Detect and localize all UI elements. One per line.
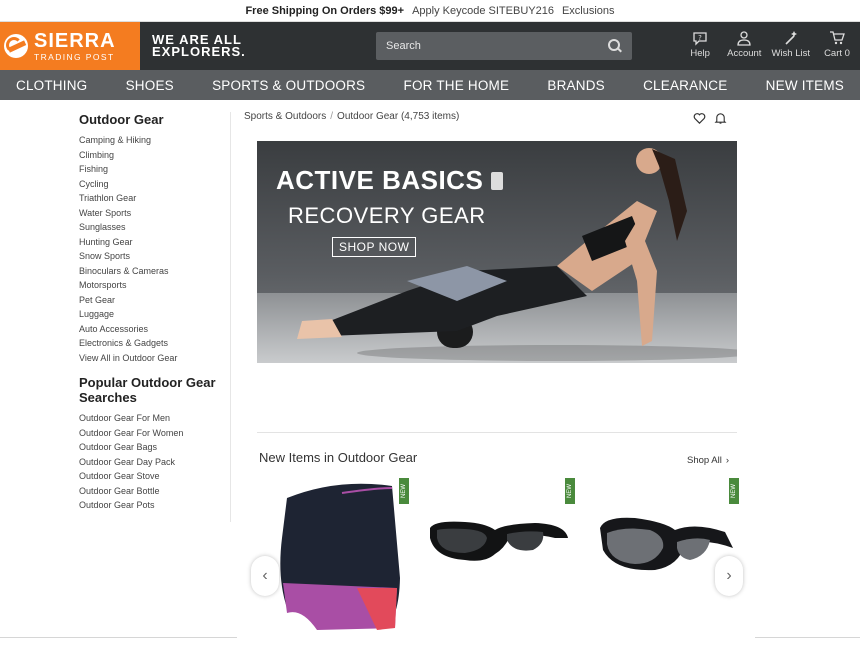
chevron-right-icon: › [725, 455, 730, 466]
search-input[interactable] [386, 40, 608, 52]
logo-mark-icon [4, 34, 28, 58]
svg-text:?: ? [698, 34, 702, 42]
product-image-sunglasses [430, 521, 568, 561]
breadcrumb: Sports & Outdoors / Outdoor Gear (4,753 … [244, 111, 459, 122]
section-divider [257, 432, 737, 433]
promo-keycode: Apply Keycode SITEBUY216 [412, 4, 554, 17]
content-bottom-edge [237, 637, 755, 639]
sidebar-item[interactable]: Triathlon Gear [79, 191, 229, 206]
popular-searches-list: Outdoor Gear For Men Outdoor Gear For Wo… [79, 411, 229, 513]
nav-sports-outdoors[interactable]: SPORTS & OUTDOORS [212, 78, 365, 93]
help-link[interactable]: ? Help [683, 30, 717, 59]
sidebar-item[interactable]: Binoculars & Cameras [79, 264, 229, 279]
search-bar [376, 32, 632, 60]
logo-sub: TRADING POST [34, 51, 115, 62]
cart-label: Cart 0 [824, 48, 850, 59]
account-link[interactable]: Account [727, 30, 761, 59]
popular-search-item[interactable]: Outdoor Gear For Women [79, 426, 229, 441]
tagline-line-2: EXPLORERS. [152, 44, 246, 59]
breadcrumb-separator: / [330, 111, 334, 122]
sidebar-item[interactable]: Electronics & Gadgets [79, 336, 229, 351]
search-icon[interactable] [608, 39, 622, 53]
sidebar: Outdoor Gear Camping & Hiking Climbing F… [79, 112, 229, 513]
popular-search-item[interactable]: Outdoor Gear Bottle [79, 484, 229, 499]
heart-icon[interactable] [693, 112, 706, 125]
site-header: SIERRA TRADING POST WE ARE ALL EXPLORERS… [0, 22, 860, 70]
sierra-logo[interactable]: SIERRA TRADING POST [0, 22, 140, 70]
product-card[interactable]: NEW [425, 478, 575, 636]
breadcrumb-parent[interactable]: Sports & Outdoors [244, 111, 326, 122]
help-label: Help [690, 48, 710, 59]
promo-banner[interactable]: ACTIVE BASICS RECOVERY GEAR SHOP NOW [257, 141, 737, 363]
sidebar-divider [230, 112, 231, 522]
account-icon [737, 31, 751, 46]
nav-shoes[interactable]: SHOES [126, 78, 174, 93]
product-card[interactable]: NEW [257, 478, 409, 636]
sidebar-item[interactable]: Cycling [79, 177, 229, 192]
popular-search-item[interactable]: Outdoor Gear Bags [79, 440, 229, 455]
account-label: Account [727, 48, 762, 59]
cart-icon [830, 31, 845, 45]
sidebar-item[interactable]: Luggage [79, 307, 229, 322]
new-items-heading: New Items in Outdoor Gear [259, 450, 418, 465]
main-nav: CLOTHING SHOES SPORTS & OUTDOORS FOR THE… [0, 70, 860, 100]
nav-brands[interactable]: BRANDS [547, 78, 604, 93]
logo-main: SIERRA [34, 29, 116, 52]
page-actions [693, 112, 727, 125]
sidebar-item[interactable]: Auto Accessories [79, 322, 229, 337]
sidebar-item[interactable]: Motorsports [79, 278, 229, 293]
product-carousel: NEW NEW NEW ‹ › [251, 478, 743, 638]
popular-search-item[interactable]: Outdoor Gear Day Pack [79, 455, 229, 470]
carousel-next-button[interactable]: › [715, 556, 743, 596]
nav-clearance[interactable]: CLEARANCE [643, 78, 727, 93]
nav-for-the-home[interactable]: FOR THE HOME [404, 78, 510, 93]
new-badge: NEW [565, 478, 575, 504]
sidebar-item[interactable]: Climbing [79, 148, 229, 163]
wishlist-label: Wish List [771, 48, 810, 59]
cart-link[interactable]: Cart 0 [820, 30, 854, 59]
header-links: ? Help Account Wish List Cart 0 [683, 30, 854, 59]
bell-icon[interactable] [714, 112, 727, 125]
sidebar-item[interactable]: Camping & Hiking [79, 133, 229, 148]
carousel-prev-button[interactable]: ‹ [251, 556, 279, 596]
category-list: Camping & Hiking Climbing Fishing Cyclin… [79, 133, 229, 365]
chevron-left-icon: ‹ [262, 567, 268, 584]
promo-exclusions-link[interactable]: Exclusions [562, 5, 615, 17]
chevron-right-icon: › [726, 567, 732, 584]
breadcrumb-current: Outdoor Gear (4,753 items) [337, 111, 460, 122]
sidebar-heading: Outdoor Gear [79, 112, 164, 127]
shop-now-button[interactable]: SHOP NOW [332, 237, 417, 257]
sidebar-item[interactable]: Water Sports [79, 206, 229, 221]
help-icon: ? [693, 32, 707, 46]
popular-search-item[interactable]: Outdoor Gear For Men [79, 411, 229, 426]
tagline: WE ARE ALL EXPLORERS. [152, 33, 262, 59]
sidebar-item[interactable]: View All in Outdoor Gear [79, 351, 229, 366]
dumbbell-icon [491, 172, 504, 190]
nav-new-items[interactable]: NEW ITEMS [766, 78, 844, 93]
banner-subtitle: RECOVERY GEAR [288, 203, 486, 228]
new-badge: NEW [729, 478, 739, 504]
sidebar-item[interactable]: Hunting Gear [79, 235, 229, 250]
new-badge: NEW [399, 478, 409, 504]
logo-text: SIERRA TRADING POST [34, 31, 116, 62]
wishlist-link[interactable]: Wish List [771, 30, 810, 59]
banner-title-text: ACTIVE BASICS [276, 165, 484, 195]
shop-all-link[interactable]: Shop All › [687, 455, 729, 466]
popular-searches-heading: Popular Outdoor Gear Searches [79, 375, 216, 405]
popular-search-item[interactable]: Outdoor Gear Pots [79, 498, 229, 513]
sidebar-item[interactable]: Fishing [79, 162, 229, 177]
banner-title: ACTIVE BASICS [276, 165, 504, 196]
nav-clothing[interactable]: CLOTHING [16, 78, 87, 93]
wand-icon [785, 31, 797, 45]
shop-all-label: Shop All [687, 455, 722, 466]
promo-bar: Free Shipping On Orders $99+ Apply Keyco… [0, 0, 860, 22]
product-image-cycling-shorts [280, 483, 400, 630]
sidebar-item[interactable]: Pet Gear [79, 293, 229, 308]
sidebar-item[interactable]: Sunglasses [79, 220, 229, 235]
sidebar-item[interactable]: Snow Sports [79, 249, 229, 264]
popular-search-item[interactable]: Outdoor Gear Stove [79, 469, 229, 484]
promo-shipping: Free Shipping On Orders $99+ [245, 4, 405, 17]
